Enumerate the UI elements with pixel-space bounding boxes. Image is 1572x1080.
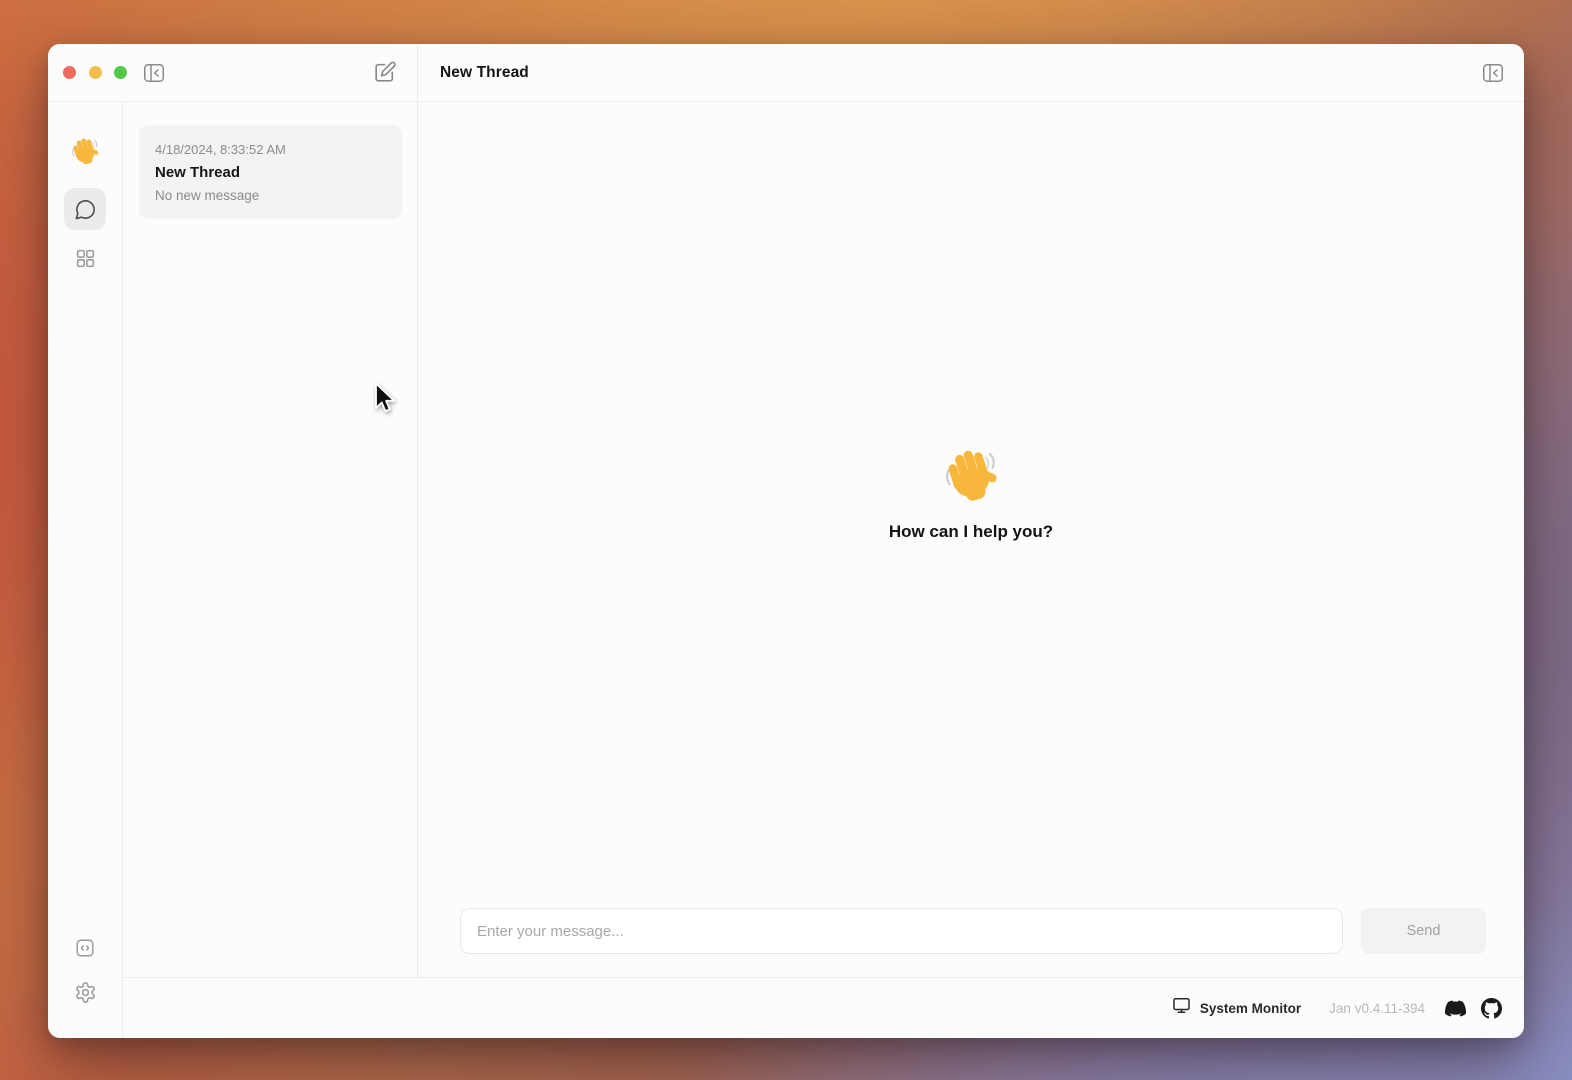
thread-subtitle: No new message bbox=[155, 188, 386, 203]
discord-logo-icon bbox=[1445, 998, 1466, 1019]
layout-grid-icon bbox=[75, 257, 96, 272]
app-version: Jan v0.4.11-394 bbox=[1329, 1001, 1425, 1016]
square-pen-icon bbox=[372, 60, 397, 85]
message-input[interactable] bbox=[460, 908, 1343, 954]
sidebar-item-threads[interactable] bbox=[64, 188, 106, 230]
thread-title: New Thread bbox=[155, 164, 386, 181]
thread-list-item[interactable]: 4/18/2024, 8:33:52 AM New Thread No new … bbox=[139, 125, 402, 219]
panel-left-icon bbox=[143, 62, 165, 84]
empty-state: How can I help you? bbox=[418, 442, 1524, 542]
new-thread-button[interactable] bbox=[372, 60, 397, 85]
waving-hand-emoji bbox=[940, 442, 1002, 504]
sidebar-toggle-button[interactable] bbox=[143, 62, 165, 84]
message-circle-icon bbox=[74, 198, 97, 221]
greeting-text: How can I help you? bbox=[889, 522, 1053, 542]
panel-right-toggle-icon bbox=[1482, 62, 1504, 84]
waving-hand-emoji bbox=[69, 134, 101, 166]
titlebar: New Thread bbox=[48, 44, 1524, 102]
status-bar: System Monitor Jan v0.4.11-394 bbox=[122, 977, 1524, 1038]
sidebar-item-hub[interactable] bbox=[75, 248, 96, 269]
system-monitor-label: System Monitor bbox=[1200, 1001, 1301, 1016]
message-composer: Send bbox=[460, 908, 1486, 954]
thread-list-panel: 4/18/2024, 8:33:52 AM New Thread No new … bbox=[123, 103, 417, 1038]
settings-button[interactable] bbox=[74, 981, 97, 1004]
discord-link[interactable] bbox=[1445, 998, 1466, 1019]
code-square-icon bbox=[74, 947, 96, 962]
local-api-server-button[interactable] bbox=[74, 937, 96, 959]
minimize-window-button[interactable] bbox=[89, 66, 102, 79]
mouse-cursor bbox=[371, 381, 399, 418]
right-panel-toggle-button[interactable] bbox=[1482, 62, 1504, 84]
app-window: New Thread bbox=[48, 44, 1524, 1038]
thread-timestamp: 4/18/2024, 8:33:52 AM bbox=[155, 142, 386, 157]
github-link[interactable] bbox=[1481, 998, 1502, 1019]
left-rail bbox=[48, 102, 122, 1038]
github-logo-icon bbox=[1481, 998, 1502, 1019]
threads-main-divider bbox=[417, 44, 418, 977]
rail-divider bbox=[122, 102, 123, 1038]
page-title: New Thread bbox=[440, 44, 529, 102]
send-button[interactable]: Send bbox=[1361, 908, 1486, 954]
zoom-window-button[interactable] bbox=[114, 66, 127, 79]
chat-area: How can I help you? Send bbox=[418, 103, 1524, 977]
gear-icon bbox=[74, 992, 97, 1007]
traffic-lights bbox=[63, 66, 127, 79]
monitor-icon bbox=[1172, 996, 1191, 1020]
close-window-button[interactable] bbox=[63, 66, 76, 79]
system-monitor-button[interactable]: System Monitor bbox=[1172, 996, 1301, 1020]
